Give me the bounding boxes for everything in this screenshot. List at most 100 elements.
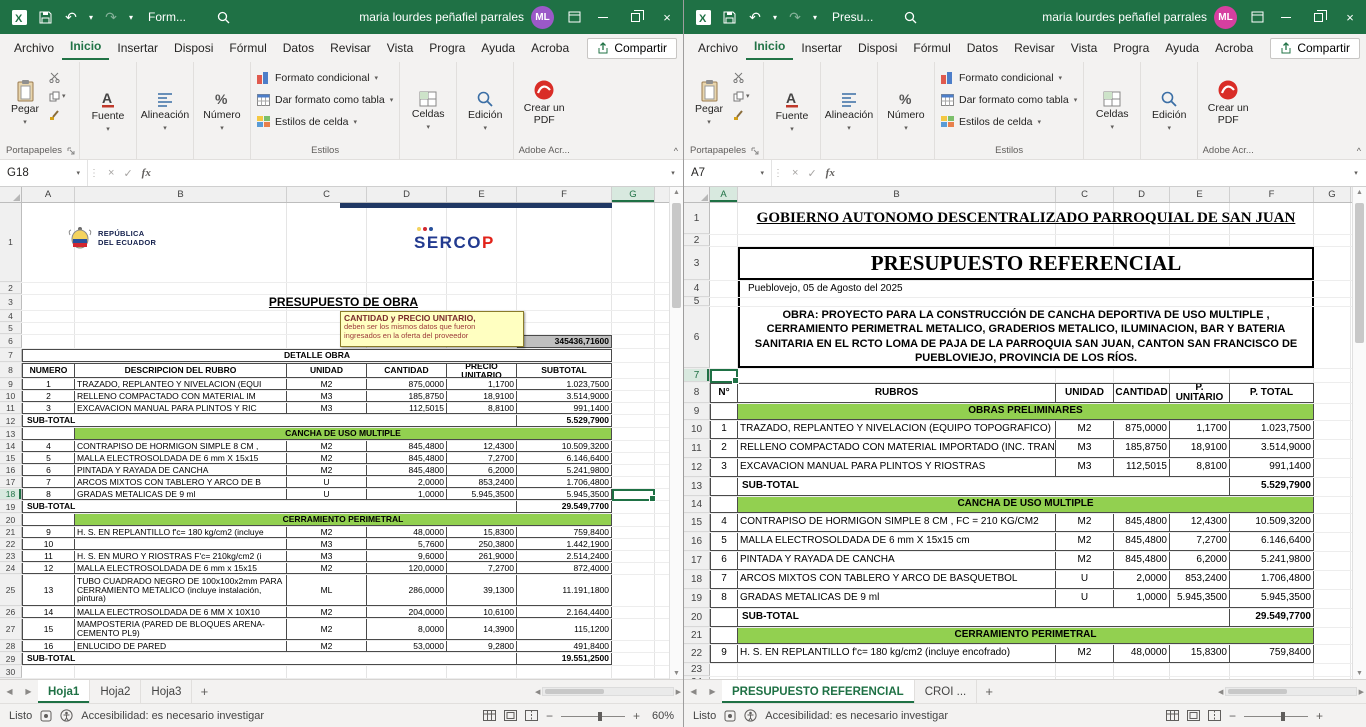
item-cell[interactable]: 1,1700 bbox=[447, 379, 517, 390]
section-header-cell[interactable]: OBRAS PRELIMINARES bbox=[738, 404, 1314, 420]
item-cell[interactable]: 185,8750 bbox=[367, 391, 447, 402]
expand-formula-bar-icon[interactable]: ▾ bbox=[663, 160, 683, 186]
avatar[interactable]: ML bbox=[531, 6, 554, 29]
item-cell[interactable]: 18,9100 bbox=[447, 391, 517, 402]
row-header-5[interactable]: 5 bbox=[684, 298, 710, 306]
close-button[interactable]: × bbox=[1334, 0, 1366, 34]
redo-icon[interactable]: ↷ bbox=[98, 0, 124, 34]
item-cell[interactable]: 491,8400 bbox=[517, 641, 612, 652]
restore-button[interactable] bbox=[619, 0, 651, 34]
alignment-button[interactable]: Alineación ▾ bbox=[823, 63, 875, 159]
subtotal-value[interactable]: 5.529,7900 bbox=[517, 415, 612, 427]
row-header-9[interactable]: 9 bbox=[684, 404, 710, 420]
page-layout-view-icon[interactable] bbox=[504, 710, 517, 721]
row-header-12[interactable]: 12 bbox=[684, 459, 710, 477]
item-cell[interactable]: 5.945,3500 bbox=[517, 489, 612, 500]
item-cell[interactable]: ENLUCIDO DE PARED bbox=[75, 641, 287, 652]
item-cell[interactable]: M2 bbox=[287, 453, 367, 464]
cut-button[interactable] bbox=[47, 69, 68, 85]
item-cell[interactable]: 4 bbox=[22, 441, 75, 452]
tab-formulas[interactable]: Fórmul bbox=[221, 37, 274, 60]
accessibility-status[interactable]: Accesibilidad: es necesario investigar bbox=[81, 710, 264, 722]
item-cell[interactable]: 2.514,2400 bbox=[517, 551, 612, 562]
font-button[interactable]: A Fuente ▾ bbox=[766, 63, 818, 159]
item-cell[interactable]: M2 bbox=[1056, 552, 1114, 570]
item-cell[interactable]: 10.509,3200 bbox=[1230, 514, 1314, 532]
item-cell[interactable]: ML bbox=[287, 575, 367, 606]
column-header-B[interactable]: B bbox=[738, 187, 1056, 202]
accessibility-status[interactable]: Accesibilidad: es necesario investigar bbox=[765, 710, 948, 722]
item-cell[interactable]: 14,3900 bbox=[447, 619, 517, 640]
item-cell[interactable]: H. S. EN MURO Y RIOSTRAS F'c= 210kg/cm2 … bbox=[75, 551, 287, 562]
item-cell[interactable]: 1,1700 bbox=[1170, 421, 1230, 439]
sheet-tab-1[interactable]: Hoja1 bbox=[38, 680, 90, 703]
item-cell[interactable]: 120,0000 bbox=[367, 563, 447, 574]
tab-insertar[interactable]: Insertar bbox=[109, 37, 166, 60]
item-cell[interactable]: 10.509,3200 bbox=[517, 441, 612, 452]
scroll-up-icon[interactable]: ▲ bbox=[670, 189, 683, 196]
row-header-19[interactable]: 19 bbox=[684, 590, 710, 608]
number-button[interactable]: % Número ▾ bbox=[880, 63, 932, 159]
row-header-25[interactable]: 25 bbox=[0, 575, 22, 606]
row-header-13[interactable]: 13 bbox=[0, 428, 22, 440]
cancel-formula-icon[interactable]: × bbox=[792, 167, 798, 179]
row-header-1[interactable]: 1 bbox=[684, 203, 710, 234]
row-header-14[interactable]: 14 bbox=[0, 441, 22, 452]
row-header-19[interactable]: 19 bbox=[0, 501, 22, 513]
item-cell[interactable]: RELLENO COMPACTADO CON MATERIAL IM bbox=[75, 391, 287, 402]
item-cell[interactable]: 3.514,9000 bbox=[1230, 440, 1314, 458]
item-cell[interactable]: 18,9100 bbox=[1170, 440, 1230, 458]
column-header-F[interactable]: F bbox=[517, 187, 612, 202]
zoom-out-button[interactable]: − bbox=[1229, 709, 1236, 723]
row-header-26[interactable]: 26 bbox=[0, 607, 22, 618]
item-cell[interactable]: 6.146,6400 bbox=[517, 453, 612, 464]
sheet-nav-prev-icon[interactable]: ◀ bbox=[684, 680, 703, 703]
item-cell[interactable]: 1 bbox=[710, 421, 738, 439]
search-icon[interactable] bbox=[210, 0, 236, 34]
item-cell[interactable]: 853,2400 bbox=[447, 477, 517, 488]
item-cell[interactable]: 875,0000 bbox=[367, 379, 447, 390]
name-box[interactable]: A7 ▾ bbox=[684, 160, 772, 186]
item-cell[interactable]: 6 bbox=[710, 552, 738, 570]
item-cell[interactable]: 3 bbox=[710, 459, 738, 477]
formula-input[interactable] bbox=[843, 160, 1346, 186]
item-cell[interactable]: 7,2700 bbox=[447, 563, 517, 574]
tab-disposicion[interactable]: Disposi bbox=[850, 37, 905, 60]
undo-chevron-icon[interactable]: ▾ bbox=[84, 0, 98, 34]
column-header-G[interactable]: G bbox=[612, 187, 655, 202]
item-cell[interactable]: 39,1300 bbox=[447, 575, 517, 606]
enter-formula-icon[interactable]: ✓ bbox=[807, 167, 816, 180]
column-header-E[interactable]: E bbox=[447, 187, 517, 202]
vertical-scroll-thumb[interactable] bbox=[672, 203, 681, 308]
column-header-C[interactable]: C bbox=[1056, 187, 1114, 202]
tab-acrobat[interactable]: Acroba bbox=[523, 37, 577, 60]
item-cell[interactable]: 112,5015 bbox=[367, 403, 447, 414]
item-cell[interactable]: 115,1200 bbox=[517, 619, 612, 640]
obra-cell[interactable]: OBRA: PROYECTO PARA LA CONSTRUCCIÓN DE C… bbox=[738, 307, 1314, 368]
section-header-cell[interactable]: CERRAMIENTO PERIMETRAL bbox=[738, 628, 1314, 644]
insert-function-icon[interactable]: fx bbox=[142, 167, 151, 179]
tab-ayuda[interactable]: Ayuda bbox=[473, 37, 523, 60]
minimize-button[interactable] bbox=[1270, 0, 1302, 34]
cell[interactable] bbox=[710, 203, 738, 234]
cut-button[interactable] bbox=[731, 69, 752, 85]
cell[interactable] bbox=[710, 281, 738, 297]
item-cell[interactable]: 9,2800 bbox=[447, 641, 517, 652]
create-pdf-button[interactable]: Crear un PDF bbox=[516, 63, 572, 142]
row-header-21[interactable]: 21 bbox=[684, 628, 710, 644]
zoom-in-button[interactable]: + bbox=[633, 709, 640, 723]
name-box[interactable]: G18 ▾ bbox=[0, 160, 88, 186]
item-cell[interactable]: TRAZADO, REPLANTEO Y NIVELACION (EQUIPO … bbox=[738, 421, 1056, 439]
page-break-view-icon[interactable] bbox=[1208, 710, 1221, 721]
table-header-cell[interactable]: UNIDAD bbox=[1056, 383, 1114, 403]
item-cell[interactable]: EXCAVACION MANUAL PARA PLINTOS Y RIC bbox=[75, 403, 287, 414]
item-cell[interactable]: 7,2700 bbox=[1170, 533, 1230, 551]
formula-bar-splitter[interactable]: ⋮ bbox=[88, 160, 100, 186]
enter-formula-icon[interactable]: ✓ bbox=[123, 167, 132, 180]
row-header-8[interactable]: 8 bbox=[684, 383, 710, 403]
subtotal-label[interactable]: SUB-TOTAL bbox=[22, 415, 517, 427]
item-cell[interactable]: 261,9000 bbox=[447, 551, 517, 562]
undo-chevron-icon[interactable]: ▾ bbox=[768, 0, 782, 34]
item-cell[interactable]: ARCOS MIXTOS CON TABLERO Y ARCO DE BASQU… bbox=[738, 571, 1056, 589]
item-cell[interactable]: U bbox=[1056, 590, 1114, 608]
